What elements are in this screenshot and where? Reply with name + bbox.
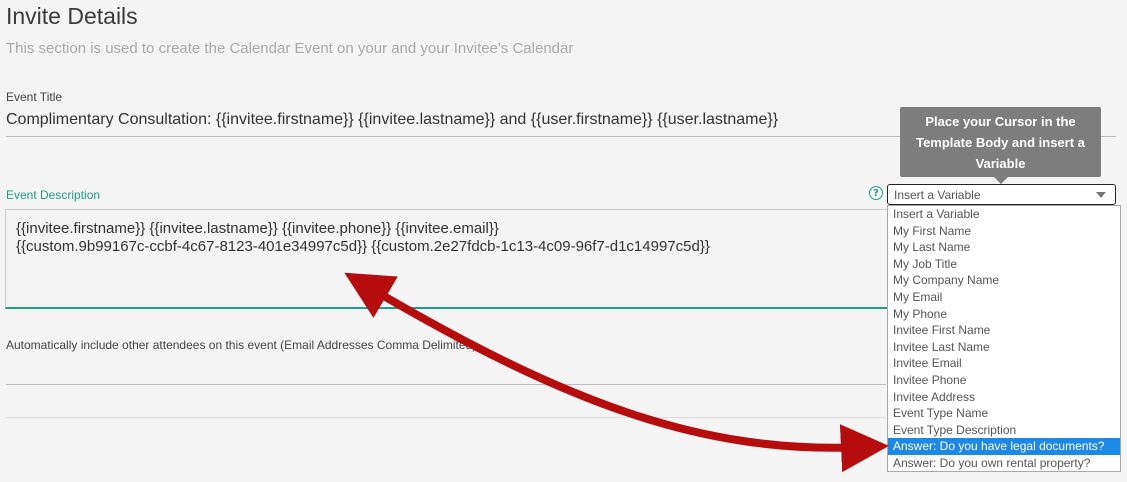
dropdown-option[interactable]: Event Type Description <box>888 422 1120 439</box>
page-subtitle: This section is used to create the Calen… <box>6 40 574 57</box>
dropdown-option[interactable]: Event Type Name <box>888 405 1120 422</box>
dropdown-option[interactable]: Invitee Phone <box>888 372 1120 389</box>
attendees-input[interactable] <box>6 356 886 385</box>
section-divider <box>6 417 886 418</box>
dropdown-option[interactable]: My Phone <box>888 306 1120 323</box>
insert-variable-select-value: Insert a Variable <box>894 188 981 202</box>
chevron-down-icon <box>1096 192 1106 198</box>
dropdown-option[interactable]: Invitee Last Name <box>888 339 1120 356</box>
event-title-label: Event Title <box>6 90 63 104</box>
dropdown-option[interactable]: My First Name <box>888 223 1120 240</box>
help-icon[interactable]: ? <box>869 186 883 200</box>
insert-variable-dropdown[interactable]: Insert a Variable My First Name My Last Na… <box>887 205 1121 472</box>
dropdown-option[interactable]: Invitee Email <box>888 355 1120 372</box>
insert-variable-select[interactable]: Insert a Variable <box>887 184 1116 205</box>
dropdown-option[interactable]: Answer: Do you have legal documents? <box>888 438 1120 455</box>
dropdown-option[interactable]: My Last Name <box>888 239 1120 256</box>
dropdown-option[interactable]: Insert a Variable <box>888 206 1120 223</box>
event-description-label: Event Description <box>6 188 101 202</box>
page-title: Invite Details <box>6 3 138 29</box>
dropdown-option[interactable]: My Email <box>888 289 1120 306</box>
insert-variable-tooltip: Place your Cursor in the Template Body a… <box>900 107 1101 184</box>
dropdown-option[interactable]: My Company Name <box>888 272 1120 289</box>
attendees-label: Automatically include other attendees on… <box>6 338 477 352</box>
dropdown-option[interactable]: Invitee First Name <box>888 322 1120 339</box>
dropdown-option[interactable]: My Job Title <box>888 256 1120 273</box>
dropdown-option[interactable]: Answer: Do you own rental property? <box>888 455 1120 472</box>
dropdown-option[interactable]: Invitee Address <box>888 389 1120 406</box>
